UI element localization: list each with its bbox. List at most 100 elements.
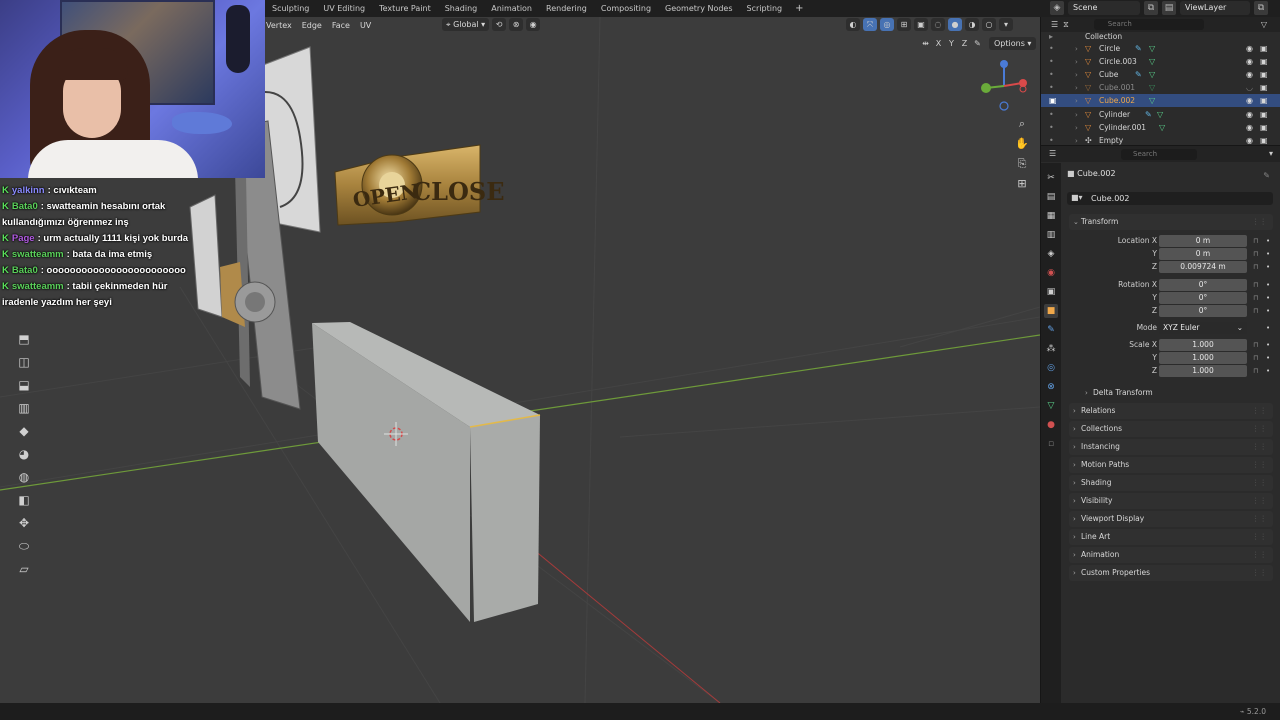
lock-icon[interactable]: ⊓ <box>1253 279 1258 291</box>
mirror-z-button[interactable]: Z <box>959 38 970 50</box>
mirror-x-button[interactable]: X <box>933 38 944 50</box>
camera-icon[interactable]: ▣ <box>1260 57 1268 66</box>
line-art-panel-header[interactable]: › Line Art ⋮⋮ <box>1069 529 1273 545</box>
lock-icon[interactable]: ⊓ <box>1253 235 1258 247</box>
relations-panel-header[interactable]: › Relations ⋮⋮ <box>1069 403 1273 419</box>
gizmo-icon[interactable]: ⤧ <box>863 18 877 31</box>
grid-view-icon[interactable]: ⊞ <box>1014 177 1030 191</box>
rendered-shading-icon[interactable]: ○ <box>982 18 996 31</box>
view-layer-icon[interactable]: ▤ <box>1162 1 1176 15</box>
pan-hand-icon[interactable]: ✋ <box>1014 137 1030 151</box>
keyframe-dot-icon[interactable]: • <box>1266 279 1270 291</box>
motion-paths-panel-header[interactable]: › Motion Paths ⋮⋮ <box>1069 457 1273 473</box>
eye-icon[interactable]: ◉ <box>1246 70 1253 79</box>
orientation-dropdown[interactable]: ⌖ Global ▾ <box>442 18 490 31</box>
collection-tab-icon[interactable]: ▣ <box>1044 285 1058 299</box>
constraints-tab-icon[interactable]: ⊗ <box>1044 380 1058 394</box>
keyframe-dot-icon[interactable]: • <box>1266 305 1270 317</box>
visibility-panel-header[interactable]: › Visibility ⋮⋮ <box>1069 493 1273 509</box>
menu-uv[interactable]: UV <box>359 21 372 30</box>
properties-search-input[interactable]: Search <box>1121 149 1197 160</box>
outliner-item-circle[interactable]: • › ▽ Circle ✎ ▽ ◉ ▣ <box>1041 42 1280 55</box>
camera-icon[interactable]: ▣ <box>1260 136 1268 145</box>
lock-icon[interactable]: ⊓ <box>1253 261 1258 273</box>
rotation-x-field[interactable]: 0° <box>1159 279 1247 291</box>
eye-icon[interactable]: ◉ <box>1246 110 1253 119</box>
instancing-panel-header[interactable]: › Instancing ⋮⋮ <box>1069 439 1273 455</box>
output-tab-icon[interactable]: ▦ <box>1044 209 1058 223</box>
spin-icon[interactable]: ◍ <box>13 468 35 486</box>
tab-sculpting[interactable]: Sculpting <box>265 0 316 17</box>
lock-icon[interactable]: ⊓ <box>1253 339 1258 351</box>
mesh-overlay-icon[interactable]: ⊞ <box>897 18 911 31</box>
scene-icon[interactable]: ◈ <box>1050 1 1064 15</box>
solid-shading-icon[interactable]: ● <box>948 18 962 31</box>
data-tab-icon[interactable]: ▽ <box>1044 399 1058 413</box>
add-workspace-button[interactable]: + <box>789 3 809 14</box>
rotation-y-field[interactable]: 0° <box>1159 292 1247 304</box>
tab-animation[interactable]: Animation <box>484 0 539 17</box>
inset-icon[interactable]: ◫ <box>13 353 35 371</box>
options-button[interactable]: Options ▾ <box>989 37 1037 50</box>
wireframe-shading-icon[interactable]: ◌ <box>931 18 945 31</box>
loop-cut-icon[interactable]: ▥ <box>13 399 35 417</box>
visibility-icon[interactable]: ◐ <box>846 18 860 31</box>
lock-icon[interactable]: ⊓ <box>1253 292 1258 304</box>
shading-options-icon[interactable]: ▾ <box>999 18 1013 31</box>
scale-z-field[interactable]: 1.000 <box>1159 365 1247 377</box>
funnel-icon[interactable]: ▽ <box>1261 20 1267 29</box>
eye-icon[interactable]: ◉ <box>1246 57 1253 66</box>
keyframe-dot-icon[interactable]: • <box>1266 261 1270 273</box>
axis-gizmo[interactable] <box>981 60 1027 111</box>
camera-icon[interactable]: ▣ <box>1260 110 1268 119</box>
snap-icon[interactable]: ⊗ <box>509 18 524 31</box>
location-y-field[interactable]: 0 m <box>1159 248 1247 260</box>
camera-icon[interactable]: ▣ <box>1260 123 1268 132</box>
material-shading-icon[interactable]: ◑ <box>965 18 979 31</box>
eye-icon[interactable]: ◉ <box>1246 136 1253 145</box>
eye-closed-icon[interactable]: ◡ <box>1246 83 1253 92</box>
selected-cube[interactable] <box>312 322 541 622</box>
outliner-item-empty[interactable]: • › ✣ Empty ◉ ▣ <box>1041 134 1280 145</box>
lock-icon[interactable]: ⊓ <box>1253 365 1258 377</box>
camera-view-icon[interactable]: ⎘ <box>1014 157 1030 171</box>
menu-face[interactable]: Face <box>331 21 351 30</box>
keyframe-dot-icon[interactable]: • <box>1266 292 1270 304</box>
view-layer-selector[interactable]: ViewLayer <box>1180 1 1250 15</box>
shading-panel-header[interactable]: › Shading ⋮⋮ <box>1069 475 1273 491</box>
tab-geometry-nodes[interactable]: Geometry Nodes <box>658 0 739 17</box>
shear-icon[interactable]: ⏥ <box>13 560 35 578</box>
eye-icon[interactable]: ◉ <box>1246 123 1253 132</box>
tab-compositing[interactable]: Compositing <box>594 0 658 17</box>
material-tab-icon[interactable]: ● <box>1044 418 1058 432</box>
filter-icon[interactable]: ⧖ <box>1063 20 1069 30</box>
editor-type-icon[interactable]: ☰ <box>1049 149 1056 158</box>
outliner-item-cylinder[interactable]: • › ▽ Cylinder ✎ ▽ ◉ ▣ <box>1041 108 1280 121</box>
lock-icon[interactable]: ⊓ <box>1253 248 1258 260</box>
scene-browse-icon[interactable]: ⧉ <box>1144 1 1158 15</box>
knife-icon[interactable]: ◆ <box>13 422 35 440</box>
poly-build-icon[interactable]: ◕ <box>13 445 35 463</box>
viewport-display-panel-header[interactable]: › Viewport Display ⋮⋮ <box>1069 511 1273 527</box>
modifier-tab-icon[interactable]: ✎ <box>1044 323 1058 337</box>
keyframe-dot-icon[interactable]: • <box>1266 235 1270 247</box>
tab-rendering[interactable]: Rendering <box>539 0 594 17</box>
tab-texture-paint[interactable]: Texture Paint <box>372 0 438 17</box>
keyframe-dot-icon[interactable]: • <box>1266 322 1270 334</box>
location-z-field[interactable]: 0.009724 m <box>1159 261 1247 273</box>
menu-vertex[interactable]: Vertex <box>265 21 293 30</box>
transform-panel-header[interactable]: ⌄ Transform ⋮⋮ <box>1069 214 1273 230</box>
texture-tab-icon[interactable]: ▫ <box>1044 437 1058 451</box>
keyframe-dot-icon[interactable]: • <box>1266 365 1270 377</box>
tab-uv-editing[interactable]: UV Editing <box>316 0 372 17</box>
delta-transform-header[interactable]: › Delta Transform <box>1081 385 1273 401</box>
lock-icon[interactable]: ⊓ <box>1253 305 1258 317</box>
zoom-icon[interactable]: ⌕ <box>1014 117 1030 131</box>
animation-panel-header[interactable]: › Animation ⋮⋮ <box>1069 547 1273 563</box>
eye-icon[interactable]: ◉ <box>1246 96 1253 105</box>
camera-icon[interactable]: ▣ <box>1260 83 1268 92</box>
object-name-field[interactable]: Cube.002 <box>1067 192 1273 205</box>
xray-icon[interactable]: ▣ <box>914 18 928 31</box>
camera-icon[interactable]: ▣ <box>1260 70 1268 79</box>
outliner-item-cube-001[interactable]: • › ▽ Cube.001 ▽ ◡ ▣ <box>1041 81 1280 94</box>
